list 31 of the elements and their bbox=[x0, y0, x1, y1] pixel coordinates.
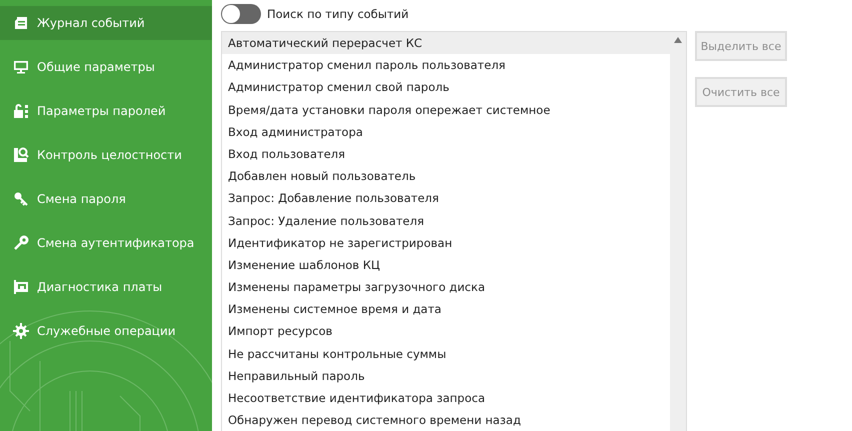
list-item[interactable]: Время/дата установки пароля опережает системное bbox=[222, 98, 670, 121]
list-item[interactable]: Запрос: Добавление пользователя bbox=[222, 187, 670, 210]
lock-icon bbox=[13, 103, 29, 119]
key-icon bbox=[13, 235, 29, 251]
key-icon bbox=[13, 191, 29, 207]
list-item[interactable]: Администратор сменил пароль пользователя bbox=[222, 54, 670, 76]
list-item[interactable]: Импорт ресурсов bbox=[222, 320, 670, 343]
list-item[interactable]: Обнаружен перевод системного времени назад bbox=[222, 409, 670, 431]
document-icon bbox=[13, 15, 29, 31]
list-item[interactable]: Изменены системное время и дата bbox=[222, 298, 670, 320]
settings-icon bbox=[13, 323, 29, 339]
sidebar-item[interactable]: Журнал событий bbox=[0, 6, 212, 40]
list-item[interactable]: Запрос: Удаление пользователя bbox=[222, 210, 670, 232]
list-item[interactable]: Не рассчитаны контрольные суммы bbox=[222, 342, 670, 365]
board-icon bbox=[13, 279, 29, 295]
toggle-switch[interactable] bbox=[221, 4, 261, 24]
list-item[interactable]: Несоответствие идентификатора запроса bbox=[222, 387, 670, 410]
scrollbar[interactable] bbox=[670, 32, 686, 431]
list-item[interactable]: Неправильный пароль bbox=[222, 364, 670, 387]
list-item[interactable]: Добавлен новый пользователь bbox=[222, 165, 670, 188]
list-item[interactable]: Администратор сменил свой пароль bbox=[222, 76, 670, 99]
search-icon bbox=[13, 147, 29, 163]
scroll-up-icon[interactable] bbox=[674, 37, 682, 43]
list-item[interactable]: Изменение шаблонов КЦ bbox=[222, 254, 670, 276]
list-item[interactable]: Автоматический перерасчет КС bbox=[222, 32, 670, 54]
monitor-icon bbox=[13, 59, 29, 75]
list-item[interactable]: Изменены параметры загрузочного диска bbox=[222, 276, 670, 298]
toggle-label: Поиск по типу событий bbox=[267, 7, 409, 21]
list-item[interactable]: Вход администратора bbox=[222, 120, 670, 143]
list-item[interactable]: Вход пользователя bbox=[222, 142, 670, 166]
list-item[interactable]: Идентификатор не зарегистрирован bbox=[222, 232, 670, 254]
